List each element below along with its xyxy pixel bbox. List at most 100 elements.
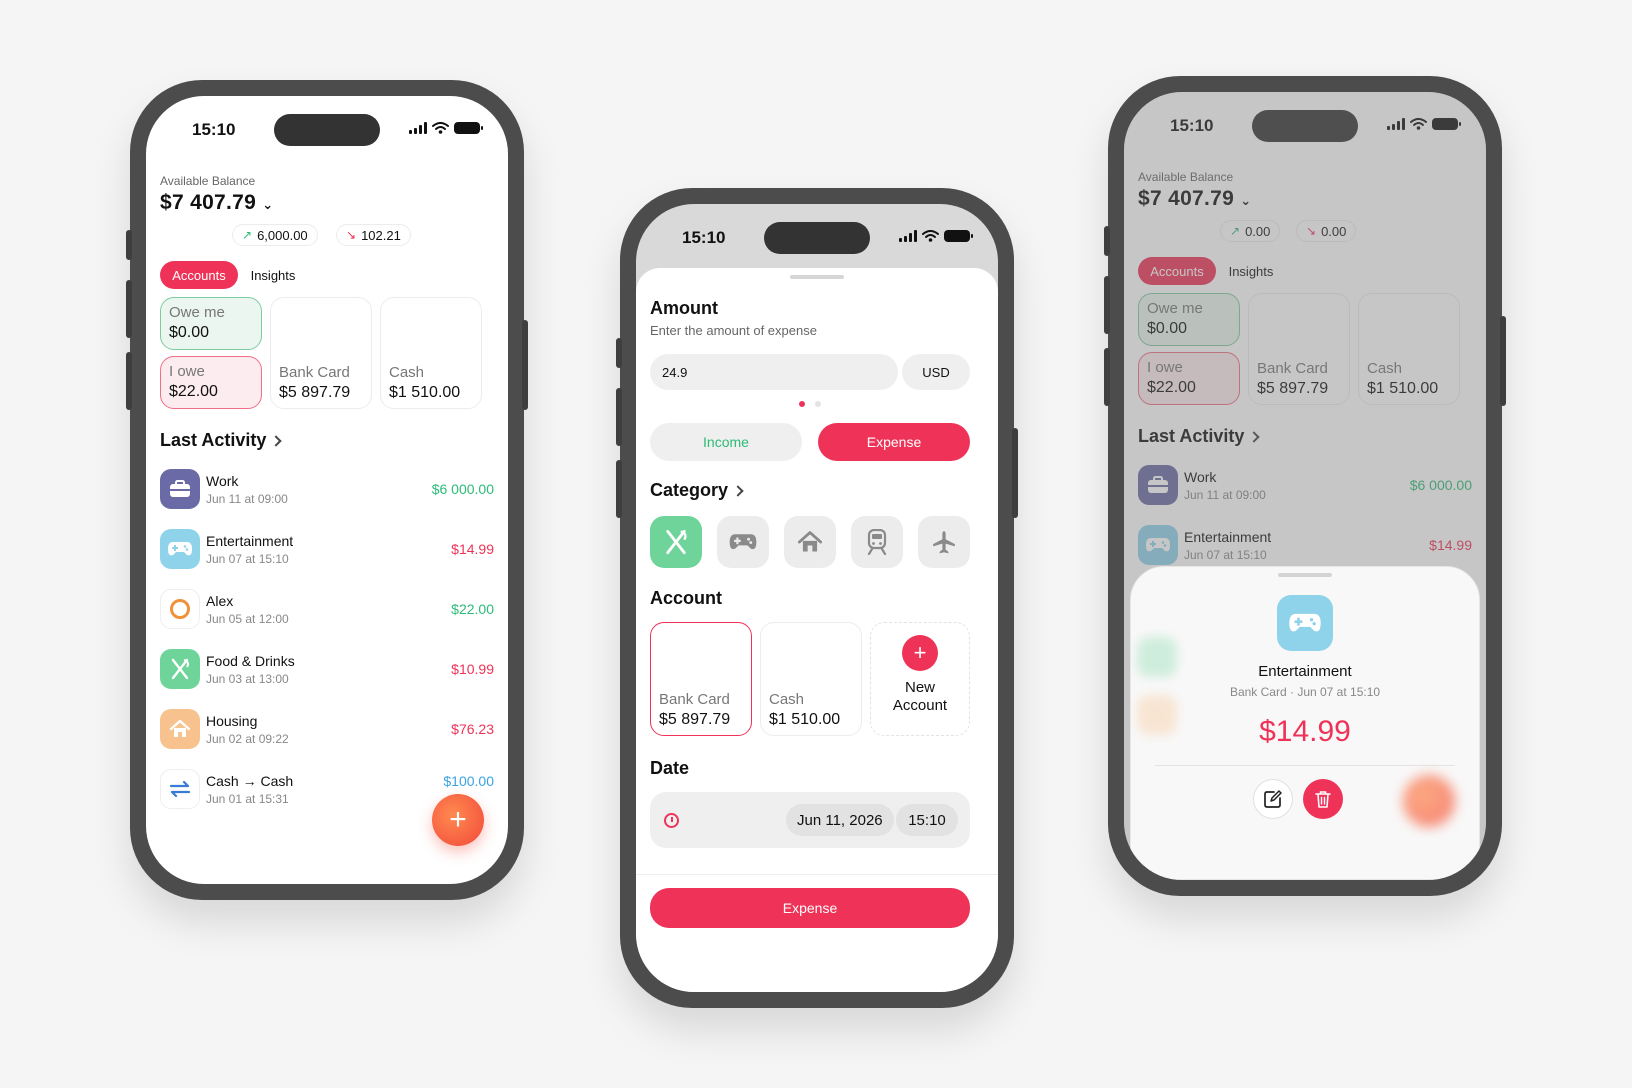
category-food-selected[interactable] [650,516,702,568]
side-button [616,460,622,518]
house-icon [797,531,823,552]
activity-row-food[interactable]: Food & Drinks Jun 03 at 13:00 $10.99 [160,646,494,692]
category-row [650,516,970,568]
status-bar: 15:10 [146,96,508,158]
account-card-owe-me[interactable]: Owe me $0.00 [160,297,262,350]
balance-value[interactable]: $7 407.79 ⌄ [160,191,273,215]
account-name: Bank Card [279,364,350,381]
gamepad-icon [729,534,757,550]
activity-date: Jun 02 at 09:22 [206,732,289,746]
account-card-bank[interactable]: Bank Card $5 897.79 [270,297,372,409]
sheet-grabber[interactable] [790,275,844,279]
dynamic-island [764,222,870,254]
category-entertainment[interactable] [717,516,769,568]
submit-expense-button[interactable]: Expense [650,888,970,928]
account-card-cash[interactable]: Cash $1 510.00 [760,622,862,736]
activity-row-alex[interactable]: Alex Jun 05 at 12:00 $22.00 [160,586,494,632]
dynamic-island [274,114,380,146]
category-link[interactable]: Category [650,480,744,501]
signal-icon [899,230,917,242]
activity-row-housing[interactable]: Housing Jun 02 at 09:22 $76.23 [160,706,494,752]
phone-home: 15:10 Available Balance $7 407.79 ⌄ ↗ 6,0… [126,80,528,900]
wifi-icon [432,122,449,134]
train-icon [867,529,887,555]
fork-knife-icon [160,649,200,689]
expense-toggle[interactable]: Expense [818,423,970,461]
date-picker[interactable]: Jun 11, 2026 [786,804,894,836]
account-card-bank-selected[interactable]: Bank Card $5 897.79 [650,622,752,736]
battery-icon [454,122,483,134]
activity-date: Jun 03 at 13:00 [206,672,289,686]
add-transaction-button[interactable]: + [432,794,484,846]
delete-button[interactable] [1303,779,1343,819]
chevron-right-icon [270,434,283,447]
trend-up-icon: ↗ [242,228,253,242]
divider [636,874,998,875]
activity-date: Jun 11 at 09:00 [206,492,288,506]
transfer-arrows-icon [160,769,200,809]
account-value: $0.00 [169,324,210,341]
account-name: Owe me [169,304,225,321]
side-button [126,352,132,410]
page-dot-active [799,401,805,407]
activity-amount: $10.99 [451,661,494,677]
last-activity-title: Last Activity [160,430,267,450]
category-transport[interactable] [851,516,903,568]
balance-amount: $7 407.79 [160,191,257,214]
sheet-grabber[interactable] [1278,573,1332,577]
screen: 15:10 Available Balance $7 407.79 ⌄ ↗ 0.0… [1124,92,1486,880]
activity-title: Entertainment [206,533,294,549]
edit-button[interactable] [1253,779,1293,819]
date-row: Jun 11, 2026 15:10 [650,792,970,848]
account-card-cash[interactable]: Cash $1 510.00 [380,297,482,409]
side-button [1104,226,1110,256]
battery-icon [944,230,973,242]
trash-icon [1315,791,1331,808]
time-picker[interactable]: 15:10 [896,804,958,836]
house-icon [160,709,200,749]
category-housing[interactable] [784,516,836,568]
amount-title: Amount [650,298,718,318]
edit-icon [1264,790,1282,808]
tab-accounts[interactable]: Accounts [160,261,238,289]
activity-title: Food & Drinks [206,653,295,669]
expense-chip-value: 102.21 [361,227,401,243]
last-activity-link[interactable]: Last Activity [160,430,283,451]
activity-amount: $6 000.00 [431,481,494,497]
amount-input[interactable]: 24.9 [650,354,898,390]
page-dot [815,401,821,407]
account-card-i-owe[interactable]: I owe $22.00 [160,356,262,409]
new-account-button[interactable]: + New Account [870,622,970,736]
account-name: Bank Card [659,691,730,708]
balance-label: Available Balance [160,174,256,188]
detail-amount: $14.99 [1259,715,1351,748]
activity-amount: $22.00 [451,601,494,617]
wifi-icon [922,230,939,242]
expense-chip: ↘ 102.21 [336,224,411,246]
account-value: $22.00 [169,383,218,400]
side-button [616,338,622,368]
plus-icon: + [902,635,938,671]
chevron-down-icon: ⌄ [262,197,274,212]
activity-title: Work [206,473,239,489]
side-button [1104,276,1110,334]
activity-row-entertainment[interactable]: Entertainment Jun 07 at 15:10 $14.99 [160,526,494,572]
tab-insights[interactable]: Insights [242,261,304,289]
category-travel[interactable] [918,516,970,568]
account-value: $5 897.79 [279,384,351,401]
account-value: $1 510.00 [769,711,841,728]
person-ring-icon [160,589,200,629]
account-name: I owe [169,363,205,380]
activity-date: Jun 05 at 12:00 [206,612,289,626]
blurred-fab [1403,775,1455,827]
side-button [1012,428,1018,518]
income-chip: ↗ 6,000.00 [232,224,318,246]
income-toggle[interactable]: Income [650,423,802,461]
currency-select[interactable]: USD [902,354,970,390]
screen: 15:10 Available Balance $7 407.79 ⌄ ↗ 6,0… [146,96,508,884]
side-button [616,388,622,446]
status-bar: 15:10 [636,204,998,266]
activity-row-work[interactable]: Work Jun 11 at 09:00 $6 000.00 [160,466,494,512]
screen: 15:10 Amount Enter the amount of expense… [636,204,998,992]
trend-down-icon: ↘ [346,228,357,242]
